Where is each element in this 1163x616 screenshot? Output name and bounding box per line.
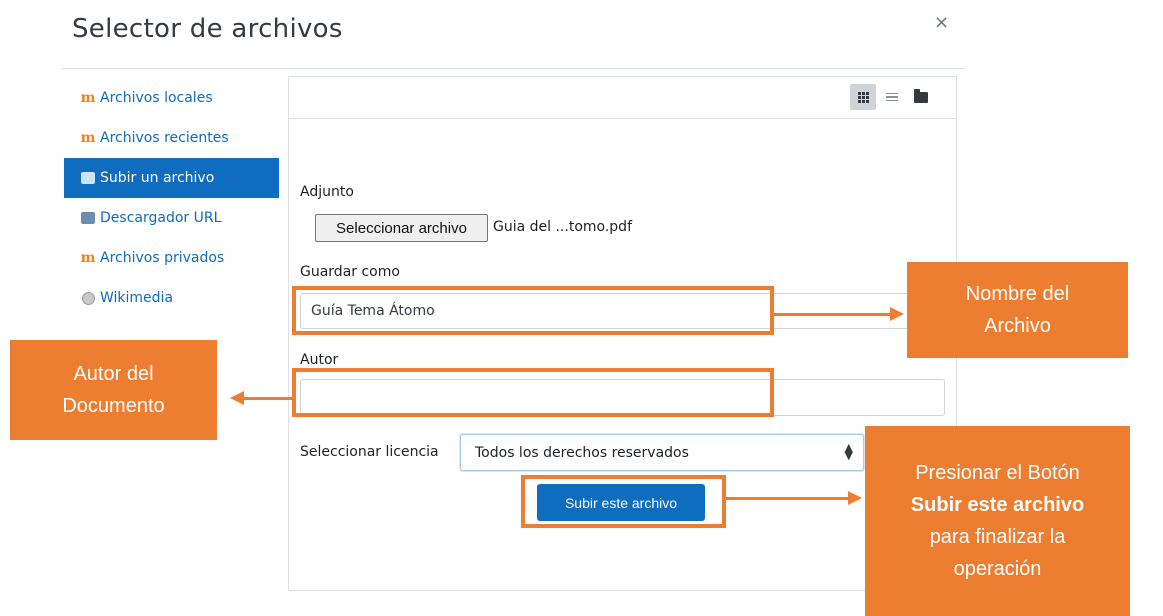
sidebar-item-label: Wikimedia — [100, 290, 174, 306]
sidebar-item-local-files[interactable]: m Archivos locales — [64, 78, 279, 118]
choose-file-button[interactable]: Seleccionar archivo — [315, 214, 488, 242]
grid-icon — [857, 91, 869, 103]
sidebar-item-label: Archivos recientes — [100, 130, 229, 146]
arrow-head-right-icon — [848, 491, 862, 505]
arrow-to-file-name — [774, 313, 894, 316]
tree-view-button[interactable] — [908, 84, 934, 110]
sidebar-item-label: Subir un archivo — [100, 170, 215, 186]
arrow-head-left-icon — [230, 391, 244, 405]
chosen-file-name: Guia del ...tomo.pdf — [493, 219, 632, 235]
author-input[interactable] — [300, 379, 945, 416]
arrow-to-author — [244, 397, 292, 400]
view-toolbar — [289, 77, 956, 119]
callout-line: operación — [953, 558, 1042, 580]
license-value: Todos los derechos reservados — [475, 444, 689, 461]
upload-file-button[interactable]: Subir este archivo — [537, 484, 705, 521]
url-download-icon — [80, 210, 96, 226]
callout-line: Archivo — [984, 315, 1051, 337]
moodle-icon: m — [80, 130, 96, 146]
file-name-callout: Nombre del Archivo — [907, 262, 1128, 358]
upload-icon — [80, 170, 96, 186]
moodle-icon: m — [80, 90, 96, 106]
sidebar-item-upload-file[interactable]: Subir un archivo — [64, 158, 279, 198]
header-divider — [62, 68, 965, 69]
moodle-icon: m — [80, 250, 96, 266]
callout-line: Autor del — [73, 363, 154, 385]
save-as-label: Guardar como — [300, 264, 400, 280]
folder-icon — [914, 88, 928, 103]
sidebar-item-recent-files[interactable]: m Archivos recientes — [64, 118, 279, 158]
arrow-to-submit-note — [726, 497, 850, 500]
license-label: Seleccionar licencia — [300, 444, 439, 460]
attachment-label: Adjunto — [300, 184, 354, 200]
submit-callout: Presionar el Botón Subir este archivo pa… — [865, 426, 1130, 616]
icons-view-button[interactable] — [850, 84, 876, 110]
callout-line: Nombre del — [965, 283, 1070, 305]
sidebar-item-url-downloader[interactable]: Descargador URL — [64, 198, 279, 238]
dialog-title: Selector de archivos — [72, 14, 343, 44]
sidebar-item-label: Archivos privados — [100, 250, 225, 266]
sidebar-item-private-files[interactable]: m Archivos privados — [64, 238, 279, 278]
sidebar-item-wikimedia[interactable]: Wikimedia — [64, 278, 279, 318]
callout-line: Documento — [62, 395, 165, 417]
select-arrows-icon: ▲ ▼ — [844, 441, 853, 462]
save-as-input[interactable]: Guía Tema Átomo — [300, 293, 945, 329]
license-select[interactable]: Todos los derechos reservados ▲ ▼ — [460, 434, 864, 471]
save-as-value: Guía Tema Átomo — [311, 303, 435, 319]
callout-line-bold: Subir este archivo — [910, 494, 1085, 516]
arrow-head-right-icon — [890, 307, 904, 321]
callout-line: para finalizar la — [929, 526, 1066, 548]
repository-sidebar: m Archivos locales m Archivos recientes … — [64, 78, 279, 318]
list-icon — [886, 92, 898, 102]
wikimedia-icon — [80, 290, 96, 306]
close-icon[interactable]: × — [934, 12, 949, 33]
callout-line: Presionar el Botón — [915, 462, 1080, 484]
list-view-button[interactable] — [879, 84, 905, 110]
sidebar-item-label: Descargador URL — [100, 210, 222, 226]
author-callout: Autor del Documento — [10, 340, 217, 440]
sidebar-item-label: Archivos locales — [100, 90, 213, 106]
author-label: Autor — [300, 352, 339, 368]
